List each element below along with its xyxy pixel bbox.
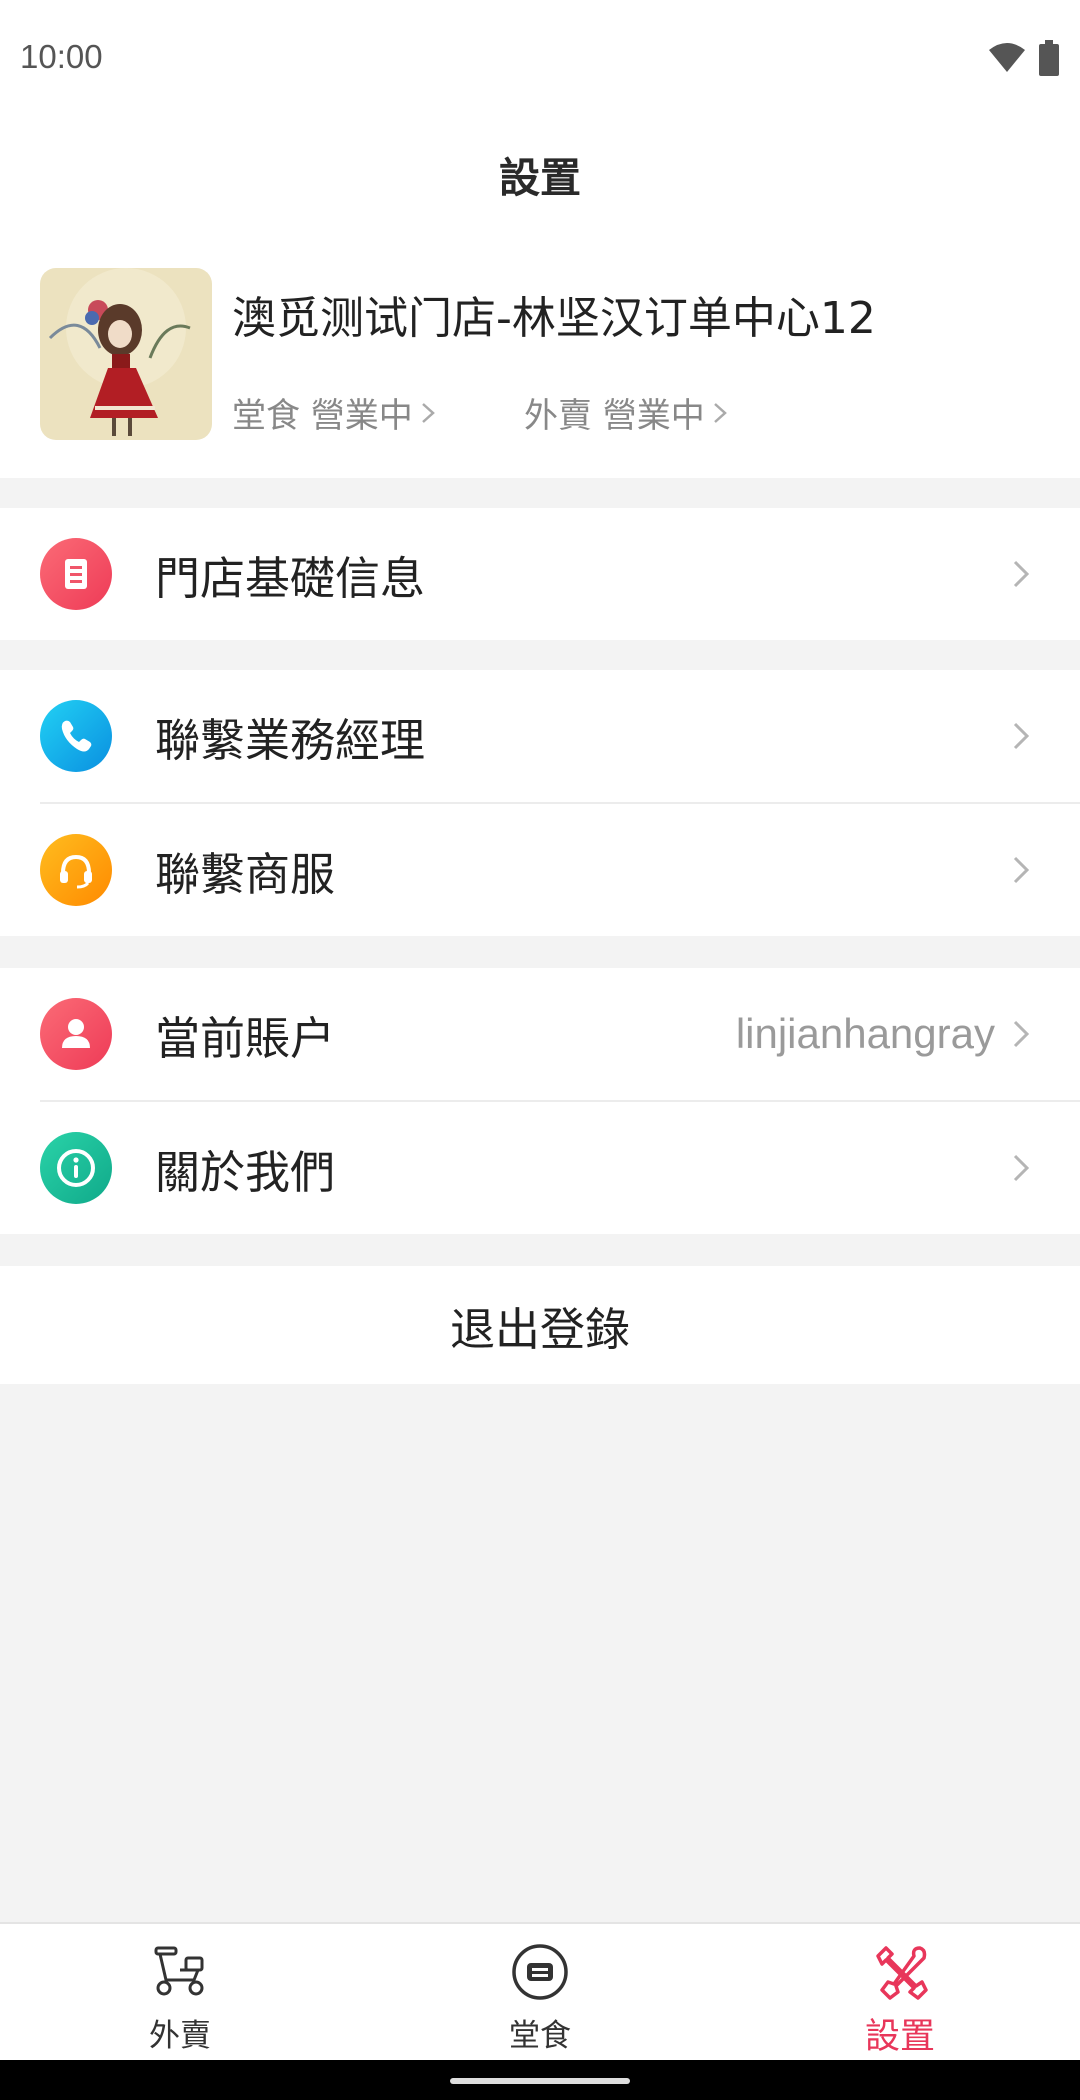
headset-icon bbox=[40, 834, 112, 906]
tab-dine-in[interactable]: 堂食 bbox=[360, 1924, 720, 2062]
dine-in-icon bbox=[512, 1944, 568, 2000]
store-name: 澳觅测试门店-林坚汉订单中心12 bbox=[232, 293, 876, 344]
dine-in-status-text: 堂食 營業中 bbox=[232, 396, 413, 436]
menu-item-about-us[interactable]: 關於我們 bbox=[0, 1102, 1080, 1234]
menu-label: 門店基礎信息 bbox=[155, 551, 426, 605]
menu-group-contact: 聯繫業務經理 聯繫商服 bbox=[0, 670, 1080, 936]
chevron-right-icon bbox=[1013, 1154, 1030, 1182]
menu-label: 聯繫業務經理 bbox=[155, 713, 426, 767]
status-icons bbox=[988, 40, 1060, 76]
store-avatar[interactable] bbox=[40, 268, 212, 440]
battery-icon bbox=[1039, 40, 1059, 76]
menu-label: 當前賬户 bbox=[155, 1011, 336, 1065]
tab-takeout[interactable]: 外賣 bbox=[0, 1924, 360, 2062]
status-time: 10:00 bbox=[20, 38, 103, 75]
wifi-icon bbox=[989, 43, 1025, 72]
dine-in-status-link[interactable]: 堂食 營業中 bbox=[232, 388, 439, 437]
account-username: linjianhangray bbox=[735, 1010, 995, 1057]
menu-item-contact-manager[interactable]: 聯繫業務經理 bbox=[0, 670, 1080, 802]
tab-label: 外賣 bbox=[149, 2018, 211, 2054]
user-icon bbox=[40, 998, 112, 1070]
chevron-right-icon bbox=[421, 402, 435, 423]
chevron-right-icon bbox=[1013, 722, 1030, 750]
chevron-right-icon bbox=[1013, 856, 1030, 884]
tab-label: 設置 bbox=[864, 2017, 935, 2057]
takeout-status-link[interactable]: 外賣 營業中 bbox=[524, 388, 731, 437]
menu-item-current-account[interactable]: 當前賬户 linjianhangray bbox=[0, 968, 1080, 1100]
menu-label: 聯繫商服 bbox=[155, 847, 336, 901]
menu-group-store: 門店基礎信息 bbox=[0, 508, 1080, 640]
menu-item-contact-service[interactable]: 聯繫商服 bbox=[0, 804, 1080, 936]
menu-item-store-info[interactable]: 門店基礎信息 bbox=[0, 508, 1080, 640]
takeout-status-text: 外賣 營業中 bbox=[524, 396, 705, 436]
chevron-right-icon bbox=[1013, 560, 1030, 588]
info-icon bbox=[40, 1132, 112, 1204]
logout-label: 退出登錄 bbox=[449, 1302, 630, 1356]
tab-label: 堂食 bbox=[509, 2018, 571, 2054]
page-title: 設置 bbox=[499, 154, 581, 202]
logout-button[interactable]: 退出登錄 bbox=[0, 1266, 1080, 1384]
chevron-right-icon bbox=[1013, 1020, 1030, 1048]
chevron-right-icon bbox=[713, 402, 727, 423]
bottom-tab-bar: 外賣 堂食 設置 bbox=[0, 1922, 1080, 2062]
menu-label: 關於我們 bbox=[155, 1145, 336, 1199]
status-bar: 10:00 bbox=[0, 0, 1080, 118]
tools-icon bbox=[876, 1946, 928, 2000]
tab-settings[interactable]: 設置 bbox=[720, 1924, 1080, 2062]
app-header: 設置 bbox=[0, 118, 1080, 230]
scooter-icon bbox=[154, 1946, 204, 1996]
phone-icon bbox=[40, 700, 112, 772]
system-nav-bar bbox=[0, 2060, 1080, 2100]
store-card: 澳觅测试门店-林坚汉订单中心12 堂食 營業中 外賣 營業中 bbox=[0, 230, 1080, 478]
document-icon bbox=[40, 538, 112, 610]
menu-group-account: 當前賬户 linjianhangray 關於我們 bbox=[0, 968, 1080, 1234]
home-gesture-handle[interactable] bbox=[450, 2078, 630, 2084]
